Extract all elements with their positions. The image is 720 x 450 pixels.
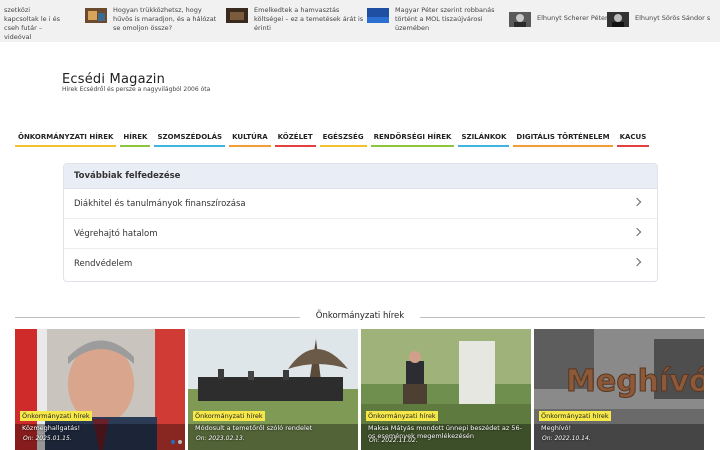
- news-card[interactable]: Önkormányzati hírek Maksa Mátyás mondott…: [361, 329, 531, 450]
- news-card[interactable]: Önkormányzati hírek Módosult a temetőről…: [188, 329, 358, 450]
- news-ticker: szetközi kapcsoltak le i és cseh futár –…: [0, 0, 720, 42]
- explore-item-label[interactable]: Rendvédelem: [74, 259, 132, 269]
- news-card-date: On: 2022.11.02.: [369, 437, 418, 444]
- ticker-thumbnail[interactable]: [85, 8, 107, 23]
- explore-item[interactable]: Diákhitel és tanulmányok finanszírozása: [64, 189, 657, 219]
- nav-item-hirek[interactable]: HÍREK: [120, 131, 151, 147]
- nav-item-onkormanyzati-hirek[interactable]: ÖNKORMÁNYZATI HÍREK: [15, 131, 117, 147]
- ticker-item-text[interactable]: Hogyan trükközhetsz, hogy hűvös is marad…: [113, 6, 220, 33]
- section-title: Önkormányzati hírek: [300, 311, 420, 321]
- news-card-title[interactable]: Módosult a temetőről szóló rendelet: [195, 424, 312, 432]
- explore-more-box: Továbbiak felfedezése Diákhitel és tanul…: [63, 163, 658, 282]
- site-description: Hírek Ecsédről és persze a nagyvilágból …: [62, 86, 211, 93]
- ticker-item[interactable]: Emelkedtek a hamvasztás költségei – ez a…: [226, 6, 366, 33]
- site-title[interactable]: Ecsédi Magazin: [62, 72, 165, 87]
- ticker-item-text[interactable]: Emelkedtek a hamvasztás költségei – ez a…: [254, 6, 366, 33]
- ticker-item-text[interactable]: Elhunyt Sörös Sándor s: [635, 14, 710, 23]
- slider-dot[interactable]: [178, 440, 182, 444]
- explore-item-label[interactable]: Diákhitel és tanulmányok finanszírozása: [74, 199, 246, 209]
- ticker-item[interactable]: szetközi kapcsoltak le i és cseh futár –…: [4, 6, 64, 42]
- explore-item-label[interactable]: Végrehajtó hatalom: [74, 229, 158, 239]
- category-badge[interactable]: Önkormányzati hírek: [193, 411, 265, 421]
- explore-item[interactable]: Végrehajtó hatalom: [64, 219, 657, 249]
- ticker-item-text[interactable]: Magyar Péter szerint robbanás történt a …: [395, 6, 502, 33]
- ticker-thumbnail[interactable]: [367, 8, 389, 23]
- category-badge[interactable]: Önkormányzati hírek: [20, 411, 92, 421]
- news-card-title[interactable]: Meghívó!: [541, 424, 571, 432]
- section-divider-right: [420, 317, 705, 318]
- nav-item-digitalis-tortenelem[interactable]: DIGITÁLIS TÖRTÉNELEM: [513, 131, 613, 147]
- nav-item-rendorsegi-hirek[interactable]: RENDŐRSÉGI HÍREK: [370, 131, 455, 147]
- nav-item-kozelet[interactable]: KÖZÉLET: [274, 131, 316, 147]
- news-card[interactable]: Önkormányzati hírek Közmeghallgatás! On:…: [15, 329, 185, 450]
- ticker-item[interactable]: Elhunyt Sörös Sándor s: [607, 12, 720, 27]
- nav-item-szomszedolas[interactable]: SZOMSZÉDOLÁS: [154, 131, 226, 147]
- ticker-item-text[interactable]: Elhunyt Scherer Péter: [537, 14, 608, 23]
- chevron-right-icon: [632, 197, 642, 207]
- ticker-item[interactable]: Elhunyt Scherer Péter: [509, 12, 609, 27]
- ticker-thumbnail[interactable]: [607, 12, 629, 27]
- news-card-date: On: 2023.02.13.: [196, 435, 245, 442]
- chevron-right-icon: [632, 257, 642, 267]
- ticker-thumbnail[interactable]: [226, 8, 248, 23]
- ticker-item[interactable]: Magyar Péter szerint robbanás történt a …: [367, 6, 502, 33]
- chevron-right-icon: [632, 227, 642, 237]
- news-card-date: On: 2022.10.14.: [542, 435, 591, 442]
- explore-item[interactable]: Rendvédelem: [64, 249, 657, 279]
- news-card-title[interactable]: Közmeghallgatás!: [22, 424, 80, 432]
- main-nav: ÖNKORMÁNYZATI HÍREK HÍREK SZOMSZÉDOLÁS K…: [15, 131, 653, 149]
- slider-dot[interactable]: [171, 440, 175, 444]
- nav-item-szilankok[interactable]: SZILÁNKOK: [458, 131, 510, 147]
- section-divider-left: [15, 317, 300, 318]
- nav-item-kacus[interactable]: KACUS: [616, 131, 650, 147]
- news-card[interactable]: Meghívó Önkormányzati hírek Meghívó! On:…: [534, 329, 704, 450]
- news-card-date: On: 2025.01.15.: [23, 435, 72, 442]
- category-badge[interactable]: Önkormányzati hírek: [539, 411, 611, 421]
- category-badge[interactable]: Önkormányzati hírek: [366, 411, 438, 421]
- nav-item-egeszseg[interactable]: EGÉSZSÉG: [319, 131, 367, 147]
- explore-heading: Továbbiak felfedezése: [64, 164, 657, 189]
- svg-text:Meghívó: Meghívó: [566, 364, 704, 399]
- slider-dots: [171, 440, 185, 444]
- nav-item-kultura[interactable]: KULTÚRA: [229, 131, 271, 147]
- ticker-item-text[interactable]: szetközi kapcsoltak le i és cseh futár –…: [4, 6, 64, 42]
- ticker-item[interactable]: Hogyan trükközhetsz, hogy hűvös is marad…: [85, 6, 220, 33]
- ticker-thumbnail[interactable]: [509, 12, 531, 27]
